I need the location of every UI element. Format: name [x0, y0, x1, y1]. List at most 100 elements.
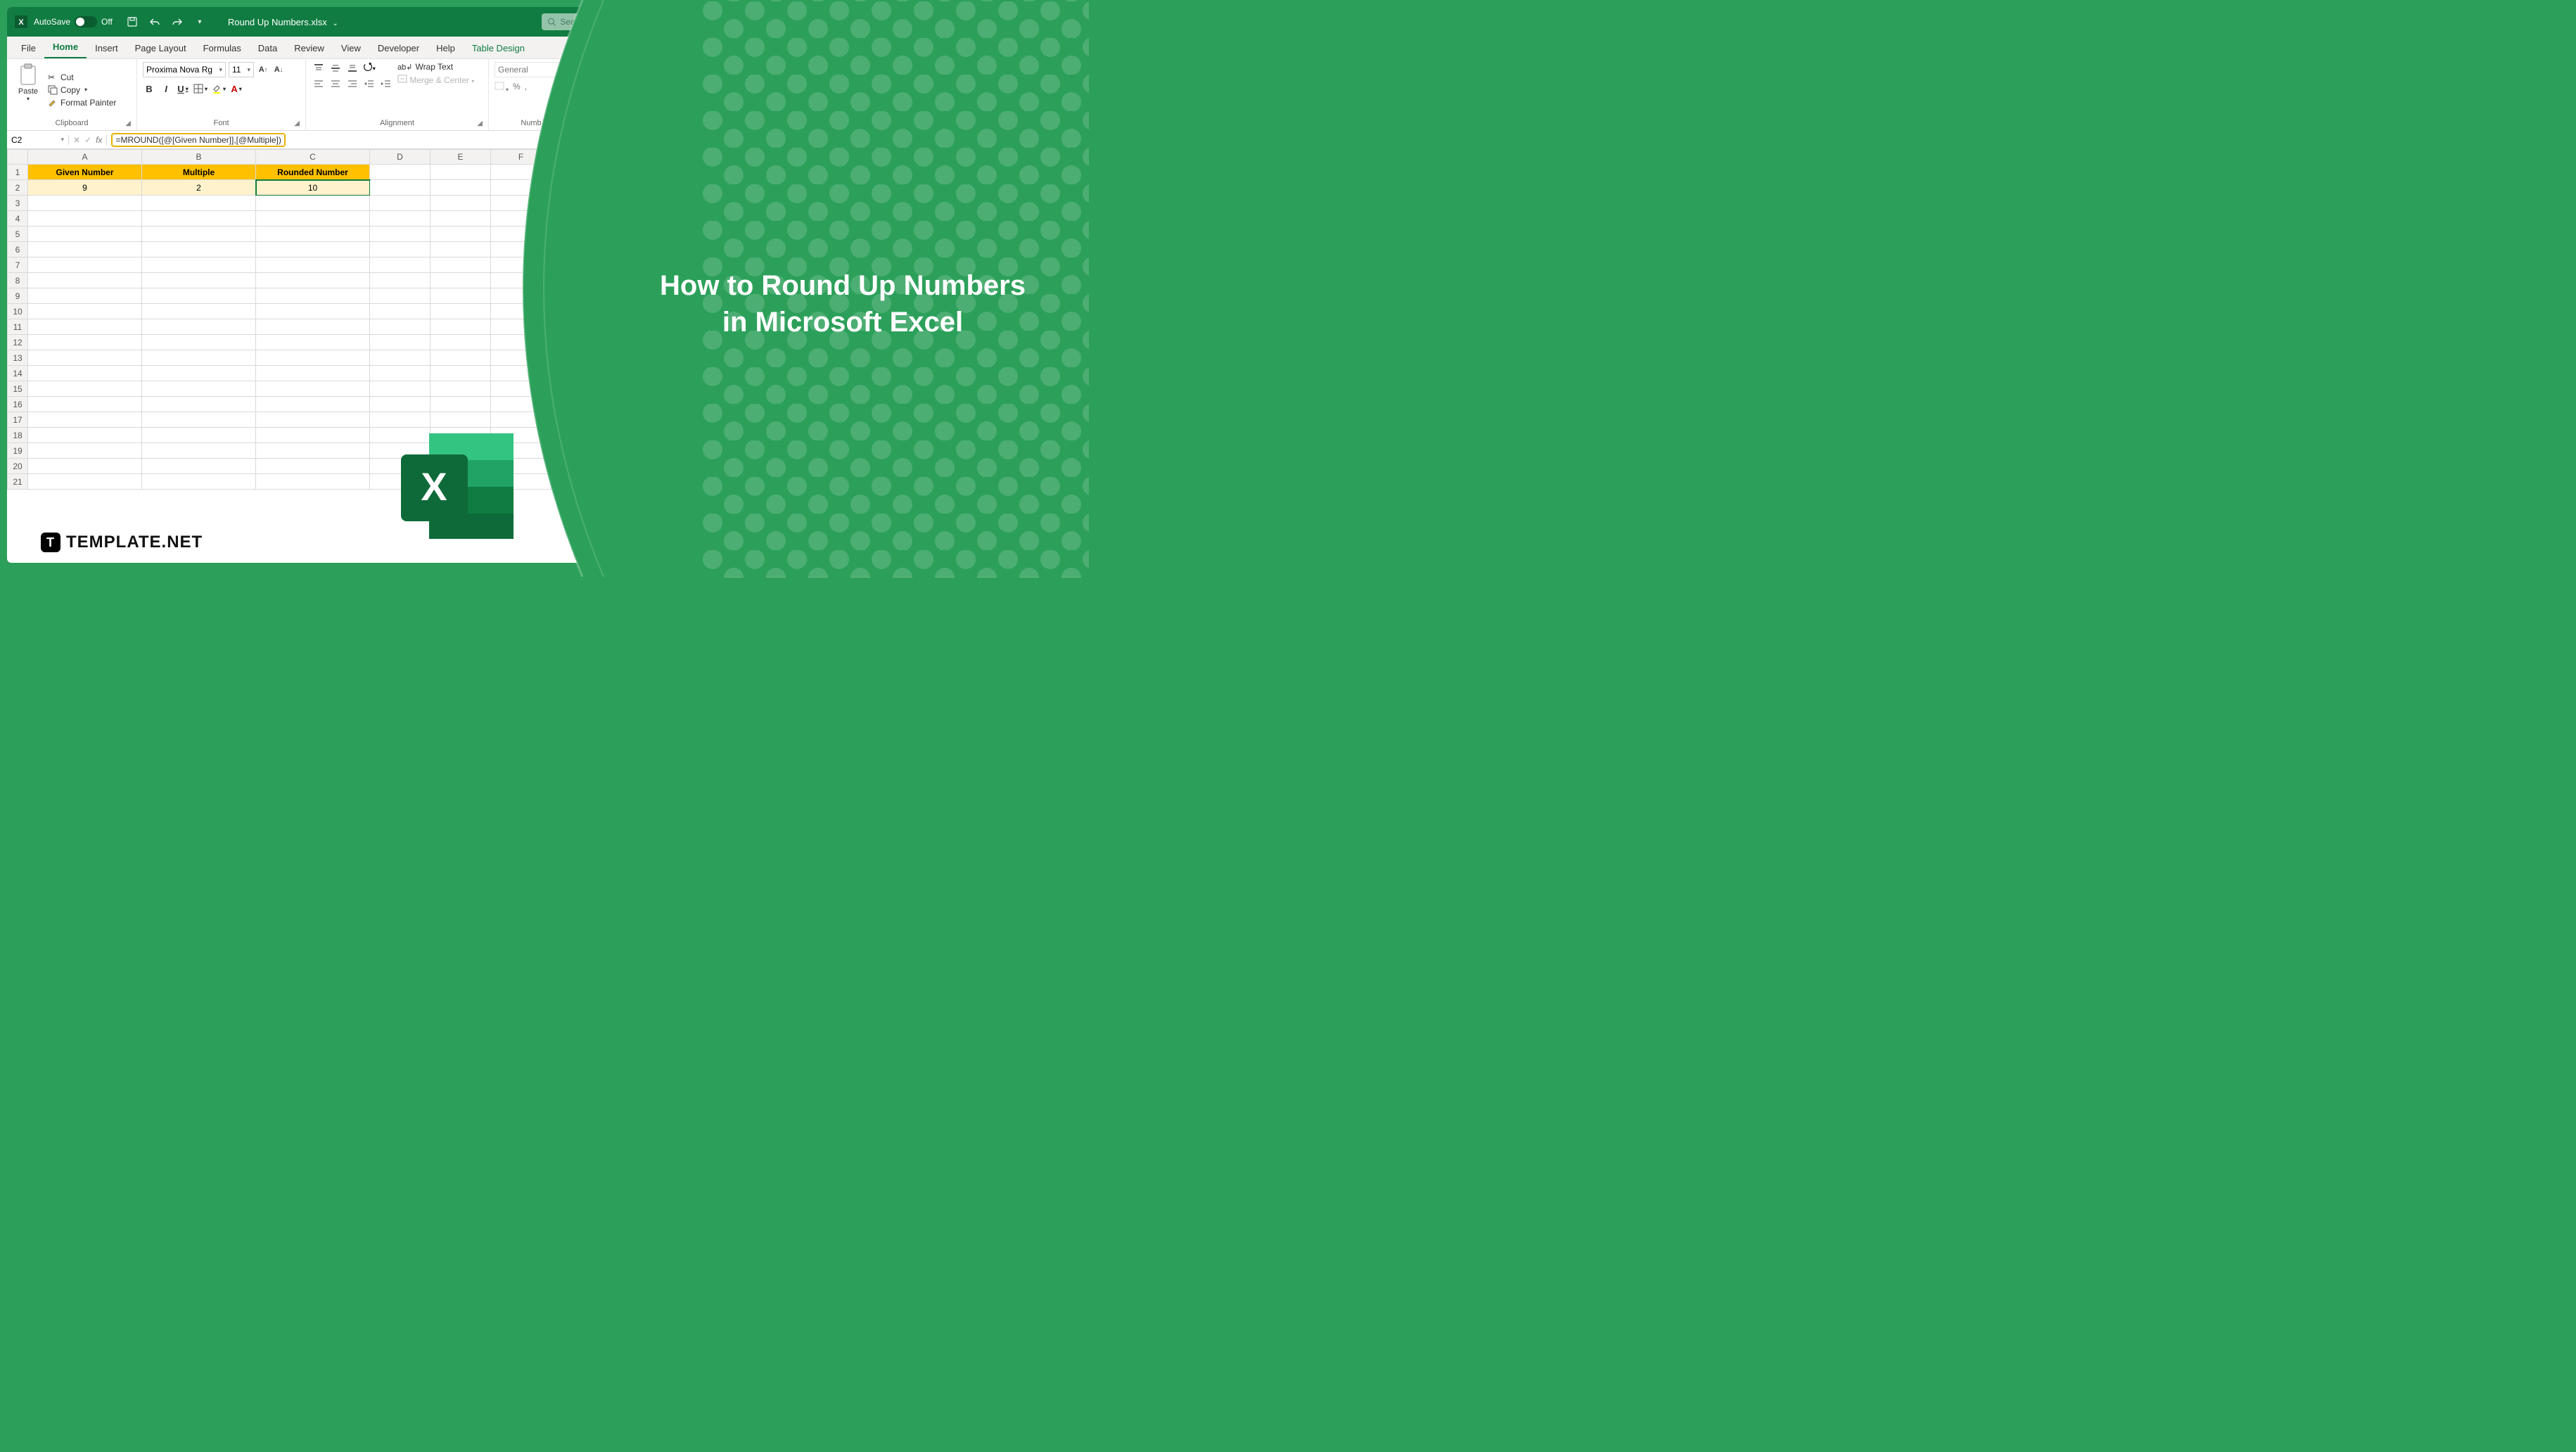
cell[interactable] [28, 242, 142, 257]
cell[interactable] [551, 366, 573, 381]
font-size-combo[interactable]: 11▾ [229, 62, 254, 77]
cell[interactable] [431, 288, 491, 304]
cell[interactable] [431, 412, 491, 428]
row-header[interactable]: 21 [7, 474, 28, 490]
cell[interactable] [28, 288, 142, 304]
underline-button[interactable]: U▾ [177, 82, 189, 96]
align-middle-button[interactable] [329, 62, 343, 75]
cell[interactable] [28, 474, 142, 490]
col-header-E[interactable]: E [431, 149, 491, 165]
cell[interactable] [491, 242, 551, 257]
cell[interactable] [551, 288, 573, 304]
cell[interactable] [370, 180, 431, 196]
search-input[interactable] [560, 17, 626, 27]
cell[interactable] [551, 319, 573, 335]
cell[interactable] [431, 211, 491, 227]
cell[interactable] [370, 350, 431, 366]
cell[interactable] [491, 397, 551, 412]
tab-insert[interactable]: Insert [87, 38, 127, 58]
cell[interactable] [370, 304, 431, 319]
align-left-button[interactable] [312, 77, 326, 90]
cell[interactable] [491, 165, 551, 180]
cell[interactable] [370, 412, 431, 428]
cell[interactable] [142, 196, 256, 211]
row-header[interactable]: 20 [7, 459, 28, 474]
cell[interactable] [142, 304, 256, 319]
cell[interactable] [28, 350, 142, 366]
cell[interactable] [256, 335, 370, 350]
cell[interactable] [551, 211, 573, 227]
row-header[interactable]: 3 [7, 196, 28, 211]
fill-color-button[interactable]: ▾ [212, 82, 226, 96]
cell[interactable] [256, 474, 370, 490]
formula-input[interactable]: =MROUND([@[Given Number]],[@Multiple]) [107, 135, 626, 145]
cell[interactable] [142, 381, 256, 397]
row-header[interactable]: 7 [7, 257, 28, 273]
cell[interactable] [256, 319, 370, 335]
cell[interactable] [431, 242, 491, 257]
format-painter-button[interactable]: Format Painter [48, 98, 116, 108]
cell[interactable] [142, 397, 256, 412]
cell[interactable] [431, 257, 491, 273]
accounting-format-button[interactable]: ▾ [495, 82, 509, 94]
cell[interactable] [551, 180, 573, 196]
merge-center-button[interactable]: Merge & Center ▾ [397, 75, 474, 85]
cell[interactable] [431, 350, 491, 366]
spreadsheet-grid[interactable]: A B C D E F G 1Given NumberMultipleRound… [7, 149, 626, 490]
cell[interactable] [256, 350, 370, 366]
cell[interactable] [491, 319, 551, 335]
cell[interactable] [28, 366, 142, 381]
dialog-launcher-icon[interactable]: ◢ [294, 120, 300, 127]
cell[interactable] [370, 242, 431, 257]
increase-indent-button[interactable] [379, 77, 393, 90]
fx-icon[interactable]: fx [96, 135, 102, 145]
cell[interactable] [28, 257, 142, 273]
align-bottom-button[interactable] [345, 62, 359, 75]
cell[interactable] [431, 335, 491, 350]
cell[interactable] [491, 350, 551, 366]
align-top-button[interactable] [312, 62, 326, 75]
cell[interactable] [431, 319, 491, 335]
bold-button[interactable]: B [143, 82, 155, 96]
col-header-C[interactable]: C [256, 149, 370, 165]
cell[interactable] [256, 443, 370, 459]
cell[interactable] [28, 319, 142, 335]
cell[interactable] [551, 443, 573, 459]
cell[interactable] [28, 397, 142, 412]
cell[interactable] [551, 428, 573, 443]
cell[interactable] [28, 211, 142, 227]
cell[interactable] [491, 273, 551, 288]
dialog-launcher-icon[interactable]: ◢ [477, 120, 483, 127]
cell[interactable] [431, 304, 491, 319]
col-header-B[interactable]: B [142, 149, 256, 165]
cell[interactable] [142, 350, 256, 366]
cell[interactable]: Given Number [28, 165, 142, 180]
tab-page-layout[interactable]: Page Layout [127, 38, 195, 58]
cancel-formula-icon[interactable]: ✕ [73, 135, 80, 145]
redo-icon[interactable] [170, 15, 184, 29]
row-header[interactable]: 5 [7, 227, 28, 242]
cell[interactable] [370, 273, 431, 288]
cell[interactable] [256, 412, 370, 428]
cell[interactable] [256, 459, 370, 474]
cell[interactable] [370, 227, 431, 242]
row-header[interactable]: 11 [7, 319, 28, 335]
cell[interactable] [28, 443, 142, 459]
enter-formula-icon[interactable]: ✓ [84, 135, 91, 145]
cell[interactable] [142, 335, 256, 350]
cell[interactable] [28, 459, 142, 474]
autosave-toggle[interactable]: AutoSave Off [34, 16, 113, 27]
cell[interactable] [28, 304, 142, 319]
cell[interactable] [28, 428, 142, 443]
font-color-button[interactable]: A▾ [230, 82, 243, 96]
cell[interactable] [491, 412, 551, 428]
cell[interactable] [431, 366, 491, 381]
select-all-corner[interactable] [7, 149, 28, 165]
cell[interactable] [431, 165, 491, 180]
cell[interactable] [551, 459, 573, 474]
cell[interactable] [142, 428, 256, 443]
percent-button[interactable]: % [513, 82, 521, 94]
cell[interactable] [256, 381, 370, 397]
grow-font-button[interactable]: A↑ [257, 63, 269, 77]
cell[interactable] [256, 257, 370, 273]
